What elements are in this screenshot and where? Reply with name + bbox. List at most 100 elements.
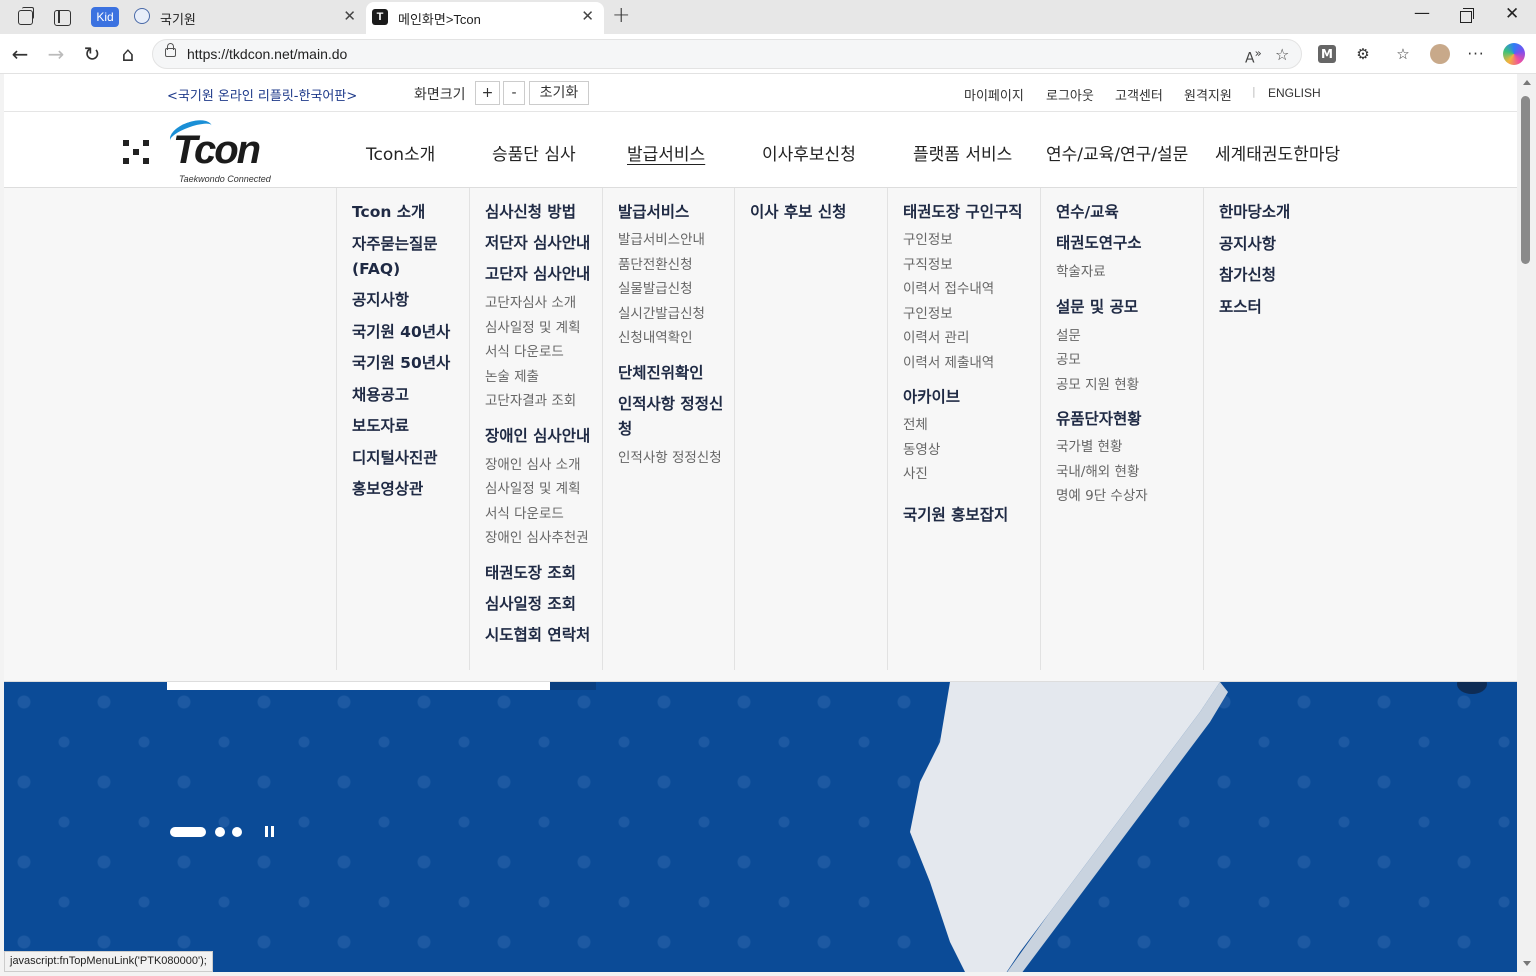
menu-heading[interactable]: 유품단자현황 <box>1056 407 1203 432</box>
menu-heading[interactable]: 이사 후보 신청 <box>750 200 887 225</box>
favorites-icon[interactable]: ☆ <box>1393 44 1413 64</box>
menu-sublink[interactable]: 심사일정 및 계획 <box>485 316 602 341</box>
menu-heading[interactable]: 국기원 홍보잡지 <box>903 503 1040 528</box>
search-button[interactable] <box>550 682 596 690</box>
menu-sublink[interactable]: 공모 <box>1056 348 1203 373</box>
pause-icon[interactable] <box>265 826 274 837</box>
menu-sublink[interactable]: 학술자료 <box>1056 260 1203 285</box>
menu-link[interactable]: 보도자료 <box>352 414 469 439</box>
gnb-world-hanmadang[interactable]: 세계태권도한마당 <box>1215 140 1340 165</box>
menu-sublink[interactable]: 국가별 현황 <box>1056 435 1203 460</box>
menu-heading[interactable]: 단체진위확인 <box>618 361 734 386</box>
menu-sublink[interactable]: 인적사항 정정신청 <box>618 446 734 471</box>
extension-m-icon[interactable]: M <box>1318 45 1336 63</box>
tab-kukkiwon[interactable]: 국기원 ✕ <box>126 0 366 34</box>
menu-sublink[interactable]: 설문 <box>1056 324 1203 349</box>
remote-support-link[interactable]: 원격지원 <box>1184 85 1232 104</box>
customer-center-link[interactable]: 고객센터 <box>1115 85 1163 104</box>
menu-heading[interactable]: 태권도장 구인구직 <box>903 200 1040 225</box>
menu-link[interactable]: 공지사항 <box>1219 232 1353 257</box>
forward-icon[interactable]: → <box>44 42 68 66</box>
home-icon[interactable]: ⌂ <box>116 42 140 66</box>
menu-sublink[interactable]: 명예 9단 수상자 <box>1056 484 1203 509</box>
menu-heading[interactable]: 연수/교육 <box>1056 200 1203 225</box>
menu-link[interactable]: 디지털사진관 <box>352 446 469 471</box>
font-reset-button[interactable]: 초기화 <box>529 81 589 105</box>
menu-heading[interactable]: 인적사항 정정신청 <box>618 392 730 442</box>
leaflet-link[interactable]: <국기원 온라인 리플릿-한국어판> <box>167 85 357 104</box>
url-text[interactable]: https://tkdcon.net/main.do <box>187 46 347 62</box>
menu-link[interactable]: 포스터 <box>1219 295 1353 320</box>
vertical-tabs-icon[interactable] <box>52 7 72 27</box>
gnb-director-candidate[interactable]: 이사후보신청 <box>762 140 856 165</box>
menu-sublink[interactable]: 신청내역확인 <box>618 326 734 351</box>
search-input[interactable] <box>167 682 550 690</box>
menu-link[interactable]: 참가신청 <box>1219 263 1353 288</box>
workspaces-icon[interactable] <box>16 7 36 27</box>
menu-link[interactable]: 공지사항 <box>352 288 469 313</box>
window-close-icon[interactable]: ✕ <box>1505 4 1519 24</box>
menu-sublink[interactable]: 이력서 제출내역 <box>903 351 1040 376</box>
scroll-down-icon[interactable] <box>1523 961 1531 966</box>
menu-sublink[interactable]: 구직정보 <box>903 253 1040 278</box>
scroll-thumb[interactable] <box>1521 96 1530 264</box>
menu-link[interactable]: Tcon 소개 <box>352 200 469 225</box>
menu-sublink[interactable]: 발급서비스안내 <box>618 228 734 253</box>
menu-link[interactable]: 국기원 40년사 <box>352 320 469 345</box>
new-tab-icon[interactable]: + <box>612 3 630 28</box>
address-bar[interactable]: https://tkdcon.net/main.do A» ☆ <box>152 39 1302 69</box>
kid-badge[interactable]: Kid <box>91 7 119 27</box>
slide-indicator-active[interactable] <box>170 827 206 837</box>
menu-sublink[interactable]: 서식 다운로드 <box>485 340 602 365</box>
restore-icon[interactable] <box>1460 8 1474 23</box>
menu-sublink[interactable]: 심사일정 및 계획 <box>485 477 602 502</box>
menu-heading[interactable]: 태권도장 조회 <box>485 561 602 586</box>
menu-sublink[interactable]: 고단자결과 조회 <box>485 389 602 414</box>
menu-sublink[interactable]: 장애인 심사추천권 <box>485 526 602 551</box>
slide-indicator[interactable] <box>232 827 242 837</box>
more-menu-icon[interactable]: ··· <box>1466 44 1486 64</box>
menu-sublink[interactable]: 이력서 관리 <box>903 326 1040 351</box>
english-link[interactable]: ENGLISH <box>1268 86 1321 100</box>
menu-sublink[interactable]: 국내/해외 현황 <box>1056 460 1203 485</box>
gnb-issuance-service[interactable]: 발급서비스 <box>627 140 705 165</box>
menu-heading[interactable]: 설문 및 공모 <box>1056 295 1203 320</box>
menu-sublink[interactable]: 사진 <box>903 462 1040 487</box>
menu-link[interactable]: 채용공고 <box>352 383 469 408</box>
gnb-tcon-intro[interactable]: Tcon소개 <box>366 140 435 165</box>
menu-heading[interactable]: 심사신청 방법 <box>485 200 602 225</box>
profile-avatar[interactable] <box>1430 44 1450 64</box>
slide-indicator[interactable] <box>215 827 225 837</box>
menu-sublink[interactable]: 고단자심사 소개 <box>485 291 602 316</box>
minimize-icon[interactable]: — <box>1414 3 1430 22</box>
logout-link[interactable]: 로그아웃 <box>1046 85 1094 104</box>
lock-icon[interactable] <box>165 43 176 57</box>
menu-heading[interactable]: 시도협회 연락처 <box>485 623 602 648</box>
menu-sublink[interactable]: 구인정보 <box>903 228 1040 253</box>
menu-heading[interactable]: 발급서비스 <box>618 200 734 225</box>
menu-heading[interactable]: 장애인 심사안내 <box>485 424 602 449</box>
menu-link[interactable]: 자주묻는질문(FAQ) <box>352 232 452 282</box>
menu-sublink[interactable]: 전체 <box>903 413 1040 438</box>
tcon-logo[interactable]: Tcon Taekwondo Connected <box>166 115 287 184</box>
back-icon[interactable]: ← <box>8 42 32 66</box>
read-aloud-icon[interactable]: A» <box>1245 46 1262 67</box>
menu-sublink[interactable]: 공모 지원 현황 <box>1056 373 1203 398</box>
gnb-platform-service[interactable]: 플랫폼 서비스 <box>913 140 1012 165</box>
menu-sublink[interactable]: 실시간발급신청 <box>618 302 734 327</box>
reload-icon[interactable]: ↻ <box>80 42 104 66</box>
mypage-link[interactable]: 마이페이지 <box>964 85 1024 104</box>
menu-sublink[interactable]: 품단전환신청 <box>618 253 734 278</box>
extensions-icon[interactable]: ⚙ <box>1353 44 1373 64</box>
menu-sublink[interactable]: 실물발급신청 <box>618 277 734 302</box>
close-tab-icon[interactable]: ✕ <box>581 7 594 25</box>
menu-heading[interactable]: 고단자 심사안내 <box>485 262 602 287</box>
font-decrease-button[interactable]: - <box>503 81 525 105</box>
page-scrollbar[interactable] <box>1517 74 1536 972</box>
close-tab-icon[interactable]: ✕ <box>343 7 356 25</box>
all-menu-icon[interactable] <box>123 140 149 164</box>
tab-tcon-main[interactable]: T 메인화면>Tcon ✕ <box>366 2 604 34</box>
gnb-training-research[interactable]: 연수/교육/연구/설문 <box>1046 140 1188 165</box>
menu-link[interactable]: 국기원 50년사 <box>352 351 469 376</box>
hero-banner[interactable] <box>4 682 1517 972</box>
